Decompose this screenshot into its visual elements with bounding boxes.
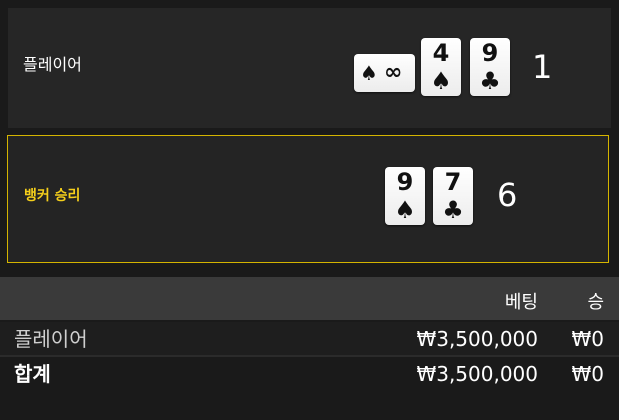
- row-win-amount: ₩0: [571, 362, 605, 386]
- card-rank: ∞: [384, 60, 403, 85]
- row-label: 합계: [14, 362, 51, 386]
- club-suit-icon: ♣: [442, 196, 464, 224]
- banker-hand-panel: [7, 135, 609, 263]
- spade-suit-icon: ♠: [394, 196, 416, 224]
- banker-card-2: 7 ♣: [433, 167, 473, 225]
- column-header-bet: 베팅: [504, 292, 538, 313]
- card-rank: 9: [396, 168, 414, 196]
- banker-card-1: 9 ♠: [385, 167, 425, 225]
- player-card-1: ♠ ∞: [354, 54, 415, 92]
- player-card-3: 9 ♣: [470, 38, 510, 96]
- spade-suit-icon: ♠: [360, 61, 378, 85]
- player-label: 플레이어: [23, 55, 82, 74]
- spade-suit-icon: ♠: [430, 67, 452, 95]
- player-score: 1: [532, 48, 553, 86]
- table-row: 플레이어 ₩3,500,000 ₩0: [0, 322, 619, 357]
- player-hand-panel: [8, 8, 611, 128]
- club-suit-icon: ♣: [479, 67, 501, 95]
- row-win-amount: ₩0: [571, 327, 605, 351]
- player-card-2: 4 ♠: [421, 38, 461, 96]
- row-bet-amount: ₩3,500,000: [416, 327, 538, 351]
- banker-score: 6: [497, 176, 518, 214]
- row-bet-amount: ₩3,500,000: [416, 362, 538, 386]
- row-label: 플레이어: [14, 327, 88, 351]
- column-header-win: 승: [587, 292, 604, 313]
- bet-table-header: 베팅 승: [0, 277, 619, 320]
- card-rank: 7: [444, 168, 462, 196]
- table-row-total: 합계 ₩3,500,000 ₩0: [0, 357, 619, 390]
- banker-win-label: 뱅커 승리: [24, 188, 81, 204]
- card-rank: 9: [481, 39, 499, 67]
- card-rank: 4: [432, 39, 450, 67]
